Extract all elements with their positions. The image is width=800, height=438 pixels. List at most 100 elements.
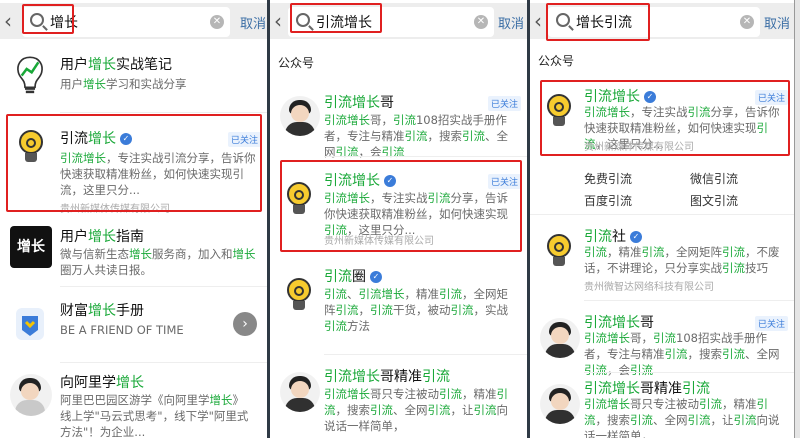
followed-badge: 已关注 <box>227 132 261 147</box>
desc-segment: 哥只专注被动 <box>630 397 699 411</box>
result-title: 用户增长指南 <box>60 229 144 245</box>
desc-segment: ，让 <box>710 413 734 427</box>
search-input[interactable]: 增长引流 ✕ <box>548 7 760 37</box>
result-title: 引流社 ✓ <box>584 226 642 246</box>
result-title: 引流增长哥 <box>323 95 394 111</box>
clear-icon[interactable]: ✕ <box>473 15 488 29</box>
list-item[interactable]: 财富增长手册 BE A FRIEND OF TIME › <box>0 294 267 354</box>
desc-segment: ，搜索 <box>427 129 462 143</box>
section-title: 公众号 <box>538 54 575 68</box>
list-item[interactable]: 引流增长 ✓ 已关注 引流增长，专注实战引流分享，告诉你快速获取精准粉丝，如何快速… <box>530 82 794 154</box>
result-title: 引流增长哥精准引流 <box>323 369 450 385</box>
result-desc: 阿里巴巴园区游学《向阿里学增长》 线上学"马云式思考"，线下学"阿里式方法"！为… <box>60 392 259 438</box>
scrollbar[interactable] <box>794 0 800 438</box>
back-arrow-icon[interactable]: ‹ <box>274 9 282 33</box>
search-bar: ‹ 增长引流 ✕ 取消 <box>530 3 795 39</box>
desc-segment: 引流增长 <box>358 287 405 301</box>
desc-segment: ，实战 <box>473 303 508 317</box>
desc-segment: ，让 <box>450 403 474 417</box>
divider <box>60 112 267 113</box>
desc-segment: 引流 <box>687 105 711 119</box>
search-panel-2: ‹ 引流增长 ✕ 取消 公众号 引流增长哥 已关注 引流增长哥，引流108招实战… <box>269 0 528 438</box>
list-item[interactable]: 用户增长实战笔记 用户增长学习和实战分享 <box>0 48 267 110</box>
list-item[interactable]: 引流增长 ✓ 已关注 引流增长，专注实战引流分享，告诉你快速获取精准粉丝，如何快速… <box>0 118 267 218</box>
result-desc: BE A FRIEND OF TIME <box>60 322 259 338</box>
result-org: 贵州新媒体传媒有限公司 <box>584 142 694 153</box>
desc-segment: 、 <box>346 287 359 301</box>
related-link[interactable]: 图文引流 <box>690 192 738 209</box>
desc-segment: 学习和实战分享 <box>106 77 187 91</box>
desc-segment: 哥， <box>630 331 653 345</box>
desc-segment: ，搜索 <box>595 413 631 427</box>
verified-icon: ✓ <box>369 271 382 283</box>
search-query: 增长 <box>50 15 78 31</box>
back-arrow-icon[interactable]: ‹ <box>534 9 542 33</box>
related-link[interactable]: 免费引流 <box>584 170 632 187</box>
search-input[interactable]: 增长 ✕ <box>22 7 230 37</box>
clear-icon[interactable]: ✕ <box>740 15 754 29</box>
result-title: 引流增长哥 <box>584 315 654 331</box>
result-desc: 引流，精准引流，全网矩阵引流，不废话，不讲理论，只分享实战引流技巧 <box>584 244 786 276</box>
desc-segment: 用户 <box>60 77 83 91</box>
list-item[interactable]: 引流圈 ✓ 引流、引流增长，精准引流，全网矩阵引流，引流干货，被动引流，实战引流方… <box>270 262 527 333</box>
result-title: 引流增长哥精准引流 <box>584 381 710 397</box>
bulb-logo <box>12 128 50 166</box>
back-arrow-icon[interactable]: ‹ <box>4 9 12 33</box>
list-item[interactable]: 向阿里学增长 阿里巴巴园区游学《向阿里学增长》 线上学"马云式思考"，线下学"阿… <box>0 368 267 438</box>
desc-segment: 引流 <box>392 113 416 127</box>
cancel-button[interactable]: 取消 <box>240 13 266 32</box>
clear-icon[interactable]: ✕ <box>210 15 224 29</box>
desc-segment: 引流 <box>335 303 359 317</box>
desc-segment: 引流增长 <box>323 387 370 401</box>
result-desc: 引流增长哥，引流108招实战手册作者，专注与精准引流，搜索引流、全网引流，会引流 <box>324 112 519 160</box>
avatar <box>279 372 320 412</box>
list-item[interactable]: 引流增长哥 已关注 引流增长哥，引流108招实战手册作者，专注与精准引流，搜索引… <box>530 308 794 377</box>
growth-text-logo: 增长 <box>10 226 52 268</box>
bulb-logo <box>540 92 578 130</box>
verified-icon: ✓ <box>383 175 396 187</box>
desc-segment: 、全网 <box>745 347 780 361</box>
list-item[interactable]: 增长 用户增长指南 微与信新生态增长服务商，加入和增长圈万人共读日报。 <box>0 222 267 284</box>
desc-segment: 引流 <box>438 287 462 301</box>
desc-segment: 引流 <box>584 245 607 259</box>
desc-segment: 引流 <box>630 413 653 427</box>
section-title: 公众号 <box>277 56 314 70</box>
verified-icon: ✓ <box>630 231 642 243</box>
desc-segment: ，精准 <box>722 397 757 411</box>
desc-segment: 哥， <box>369 113 393 127</box>
desc-segment: 引流 <box>60 151 83 165</box>
list-item[interactable]: 引流增长 ✓ 已关注 引流增长，专注实战引流分享，告诉你快速获取精准粉丝，如何快速… <box>270 162 527 252</box>
divider <box>584 372 795 373</box>
desc-segment: 引流 <box>369 403 393 417</box>
desc-segment: 哥只专注被动 <box>369 387 439 401</box>
wallet-logo <box>16 308 44 340</box>
search-bar: ‹ 增长 ✕ 取消 <box>0 3 267 39</box>
chevron-right-icon[interactable]: › <box>233 312 257 336</box>
desc-segment: 引流增长 <box>584 331 630 345</box>
desc-segment: 引流 <box>450 303 474 317</box>
cancel-button[interactable]: 取消 <box>764 13 790 32</box>
desc-segment: 引流增长 <box>323 113 370 127</box>
result-org: 贵州微智达网络科技有限公司 <box>584 282 714 293</box>
desc-segment: ，全网矩阵 <box>664 245 723 259</box>
search-panel-1: ‹ 增长 ✕ 取消 用户增长实战笔记 用户增长学习和实战分享 引流增长 ✓ 已关… <box>0 0 267 438</box>
desc-segment: 微与信新生态 <box>60 247 129 261</box>
list-item[interactable]: 引流社 ✓ 引流，精准引流，全网矩阵引流，不废话，不讲理论，只分享实战引流技巧 贵… <box>530 222 794 294</box>
list-item[interactable]: 引流增长哥精准引流 引流增长哥只专注被动引流，精准引流，搜索引流、全网引流，让引… <box>530 376 794 438</box>
list-item[interactable]: 引流增长哥 已关注 引流增长哥，引流108招实战手册作者，专注与精准引流，搜索引… <box>270 88 527 159</box>
list-item[interactable]: 引流增长哥精准引流 引流增长哥只专注被动引流，精准引流，搜索引流、全网引流，让引… <box>270 362 527 438</box>
cancel-button[interactable]: 取消 <box>498 13 524 32</box>
result-desc: 引流、引流增长，精准引流，全网矩阵引流，引流干货，被动引流，实战引流方法 <box>324 286 519 334</box>
result-title: 引流增长 ✓ <box>324 170 396 190</box>
related-link[interactable]: 微信引流 <box>690 170 738 187</box>
desc-segment: ，精准 <box>607 245 642 259</box>
desc-segment: 引流 <box>687 413 711 427</box>
desc-segment: 引流 <box>473 403 497 417</box>
search-input[interactable]: 引流增长 ✕ <box>287 7 494 37</box>
desc-segment: 引流 <box>733 413 757 427</box>
related-link[interactable]: 百度引流 <box>584 192 632 209</box>
desc-segment: 引流 <box>584 363 607 377</box>
desc-segment: ， <box>358 303 370 317</box>
desc-segment: 引流 <box>404 129 428 143</box>
desc-segment: ，搜索 <box>687 347 723 361</box>
